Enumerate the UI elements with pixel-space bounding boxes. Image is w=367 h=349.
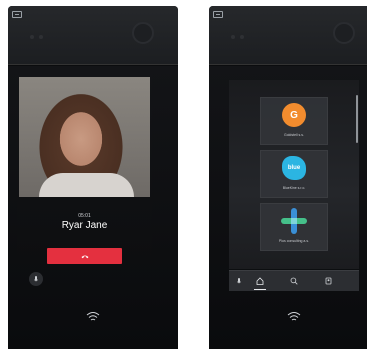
camera-icon (333, 22, 355, 44)
call-timer: 05:01 (78, 213, 91, 219)
caller-photo (19, 77, 150, 197)
hangup-button[interactable] (47, 248, 122, 264)
active-tab-indicator (254, 289, 266, 290)
company-tile[interactable]: Plus consulting a.s. (260, 203, 328, 251)
scrollbar[interactable] (356, 95, 358, 143)
microphone-button[interactable] (29, 272, 43, 286)
microphone-icon (237, 277, 241, 283)
call-screen: 05:01 Ryar Jane (17, 74, 152, 264)
sensor-icon (39, 35, 43, 39)
phone-hangup-icon (81, 255, 88, 258)
company-logo-icon: G (282, 103, 306, 127)
company-tile[interactable]: blue BlueKine s.r.o. (260, 150, 328, 198)
camera-panel (8, 6, 178, 65)
sensor-icon (30, 35, 34, 39)
nfc-wave-icon (287, 312, 301, 321)
camera-icon (132, 22, 154, 44)
company-name: Goldstell s.s. (283, 133, 305, 137)
caller-name: Ryar Jane (61, 220, 108, 231)
intercom-logo-icon (12, 11, 22, 18)
company-logo-icon: blue (282, 156, 306, 180)
nfc-wave-icon (86, 312, 100, 321)
nav-search-button[interactable] (288, 275, 300, 287)
company-name: Plus consulting a.s. (278, 239, 310, 243)
intercom-logo-icon (213, 11, 223, 18)
home-icon (256, 277, 264, 285)
camera-panel (209, 6, 367, 65)
microphone-icon (34, 275, 38, 281)
search-icon (290, 277, 298, 285)
bottom-navigation-bar (229, 270, 359, 291)
nav-home-button[interactable] (254, 275, 266, 287)
microphone-button[interactable] (233, 275, 245, 287)
nav-contacts-button[interactable] (323, 275, 335, 287)
sensor-icon (240, 35, 244, 39)
company-directory-screen: G Goldstell s.s. blue BlueKine s.r.o. Pl… (229, 80, 359, 269)
company-name: BlueKine s.r.o. (282, 186, 306, 190)
sensor-icon (231, 35, 235, 39)
plus-logo-icon (281, 208, 307, 234)
company-tile[interactable]: G Goldstell s.s. (260, 97, 328, 145)
contacts-icon (325, 277, 332, 285)
